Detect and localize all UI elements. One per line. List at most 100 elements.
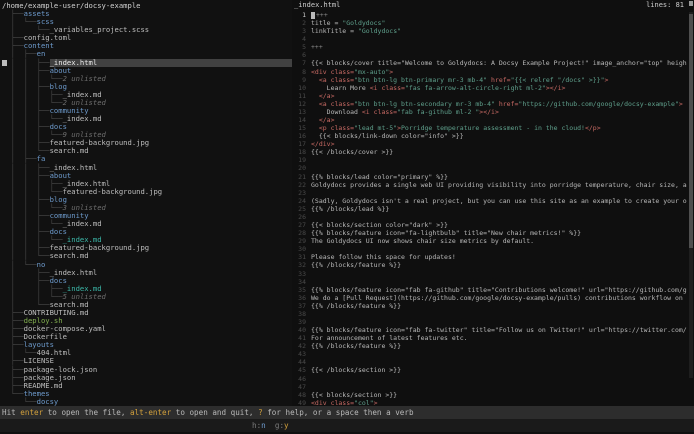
text-segment: > xyxy=(679,100,683,108)
scrollbar-thumb[interactable] xyxy=(689,14,693,248)
line-number: 31 xyxy=(292,253,306,261)
text-segment: > xyxy=(605,76,609,84)
line-number: 37 xyxy=(292,302,306,310)
line-number: 40 xyxy=(292,326,306,334)
code-line: 34 xyxy=(292,278,688,286)
line-number: 47 xyxy=(292,383,306,391)
text-segment: {{< blocks/cover title="Welcome to Goldy… xyxy=(311,59,687,67)
code-line: 46 xyxy=(292,375,688,383)
text-segment: "col" xyxy=(354,399,374,406)
line-number: 5 xyxy=(292,43,306,51)
code-line: 44 xyxy=(292,358,688,366)
code-line: 19 xyxy=(292,156,688,164)
line-number: 46 xyxy=(292,375,306,383)
text-segment: We do a [Pull Request](https://github.co… xyxy=(311,294,683,302)
directory-name: docsy xyxy=(37,398,59,406)
code-line: 39 xyxy=(292,318,688,326)
code-line: 5 +++ xyxy=(292,43,688,51)
line-number: 39 xyxy=(292,318,306,326)
code-line: 28{{% blocks/feature icon="fa-lightbulb"… xyxy=(292,229,688,237)
text-segment: > xyxy=(389,68,393,76)
code-line: 38 xyxy=(292,310,688,318)
text-segment: Learn More xyxy=(311,84,370,92)
text-segment: {{% /blocks/feature %}} xyxy=(311,261,401,269)
preview-header: _index.html lines: 81 xyxy=(292,0,694,10)
code-line: 29 The Goldydocs UI now shows chair size … xyxy=(292,237,688,245)
line-number: 20 xyxy=(292,164,306,172)
text-segment: {{< /blocks/cover >}} xyxy=(311,148,393,156)
preview-scrollbar[interactable] xyxy=(689,12,693,378)
code-line: 49<div class="col"> xyxy=(292,399,688,406)
code-line: 2title = "Goldydocs" xyxy=(292,19,688,27)
code-line: 3linkTitle = "Goldydocs" xyxy=(292,27,688,35)
line-number: 29 xyxy=(292,237,306,245)
text-segment: <div class= xyxy=(311,399,354,406)
text-segment: {{% /blocks/lead %}} xyxy=(311,205,389,213)
text-segment: ></i> xyxy=(479,108,499,116)
line-number: 19 xyxy=(292,156,306,164)
text-segment: {{% /blocks/feature %}} xyxy=(311,342,401,350)
line-number: 8 xyxy=(292,68,306,76)
text-segment: {{% blocks/feature icon="fab fa-github" … xyxy=(311,286,687,294)
status-bar: Hit enter to open the file, alt-enter to… xyxy=(0,406,694,419)
code-line: 26 xyxy=(292,213,688,221)
code-line: 45{{< /blocks/section >}} xyxy=(292,366,688,374)
tree-item[interactable]: └──docsy xyxy=(0,398,292,406)
text-segment: g: xyxy=(275,421,284,430)
code-line: 35{{% blocks/feature icon="fab fa-github… xyxy=(292,286,688,294)
code-line: 24(Sadly, Goldydocs isn't a real project… xyxy=(292,197,688,205)
selection-marker-icon xyxy=(2,60,7,66)
text-segment: "{{< relref "/docs" >}}" xyxy=(511,76,605,84)
line-number: 44 xyxy=(292,358,306,366)
text-segment: "Goldydocs" xyxy=(358,27,401,35)
line-number: 43 xyxy=(292,350,306,358)
code-line: 15 <p class="lead mt-5">Porridge tempera… xyxy=(292,124,688,132)
text-segment: ></i> xyxy=(546,84,566,92)
code-preview: 1+++2title = "Goldydocs"3linkTitle = "Go… xyxy=(292,11,688,406)
text-segment: "btn btn-lg btn-secondary mr-3 mb-4" xyxy=(354,100,495,108)
line-number: 2 xyxy=(292,19,306,27)
text-segment: href= xyxy=(495,100,518,108)
line-number: 32 xyxy=(292,261,306,269)
text-segment: Hit xyxy=(2,408,20,417)
file-name: search.md xyxy=(50,252,89,260)
code-line: 8<div class="mx-auto"> xyxy=(292,68,688,76)
code-line: 16 {{< blocks/link-down color="info" >}} xyxy=(292,132,688,140)
code-line: 43 xyxy=(292,350,688,358)
text-segment: <i class= xyxy=(362,108,397,116)
line-number: 22 xyxy=(292,181,306,189)
file-name: 2 unlisted xyxy=(63,75,106,83)
text-segment: Goldydocs provides a single web UI provi… xyxy=(311,181,687,189)
text-segment: to open the file, xyxy=(43,408,130,417)
line-number: 4 xyxy=(292,35,306,43)
code-line: 11 </a> xyxy=(292,92,688,100)
line-number: 17 xyxy=(292,140,306,148)
code-line: 1 +++ xyxy=(292,11,688,19)
line-number: 12 xyxy=(292,100,306,108)
code-line: 23 xyxy=(292,189,688,197)
text-segment: Porridge temperature assessment - in the… xyxy=(401,124,585,132)
line-number: 10 xyxy=(292,84,306,92)
text-segment: href= xyxy=(487,76,510,84)
text-segment: <i class= xyxy=(370,84,405,92)
text-segment: {{< blocks/section color="dark" >}} xyxy=(311,221,448,229)
line-number: 7 xyxy=(292,59,306,67)
line-number: 3 xyxy=(292,27,306,35)
line-number: 28 xyxy=(292,229,306,237)
text-segment: "btn btn-lg btn-primary mr-3 mb-4" xyxy=(354,76,487,84)
file-name: _index.html xyxy=(50,59,292,67)
code-line: 7 {{< blocks/cover title="Welcome to Gold… xyxy=(292,59,688,67)
code-line: 10 Learn More <i class="fas fa-arrow-alt… xyxy=(292,84,688,92)
line-number: 48 xyxy=(292,391,306,399)
text-segment: +++ xyxy=(316,11,328,19)
code-line: 32 {{% /blocks/feature %}} xyxy=(292,261,688,269)
text-segment: +++ xyxy=(311,43,323,51)
scroll-up-arrow-icon[interactable] xyxy=(689,1,693,6)
text-segment: {{% /blocks/feature %}} xyxy=(311,302,401,310)
command-input-bar[interactable]: :e h:n g:y xyxy=(0,419,694,432)
text-segment: <a class= xyxy=(311,76,354,84)
text-segment: </div> xyxy=(311,140,334,148)
text-segment: The Goldydocs UI now shows chair size me… xyxy=(311,237,534,245)
code-line: 41For announcement of latest features et… xyxy=(292,334,688,342)
line-number: 1 xyxy=(292,11,306,19)
